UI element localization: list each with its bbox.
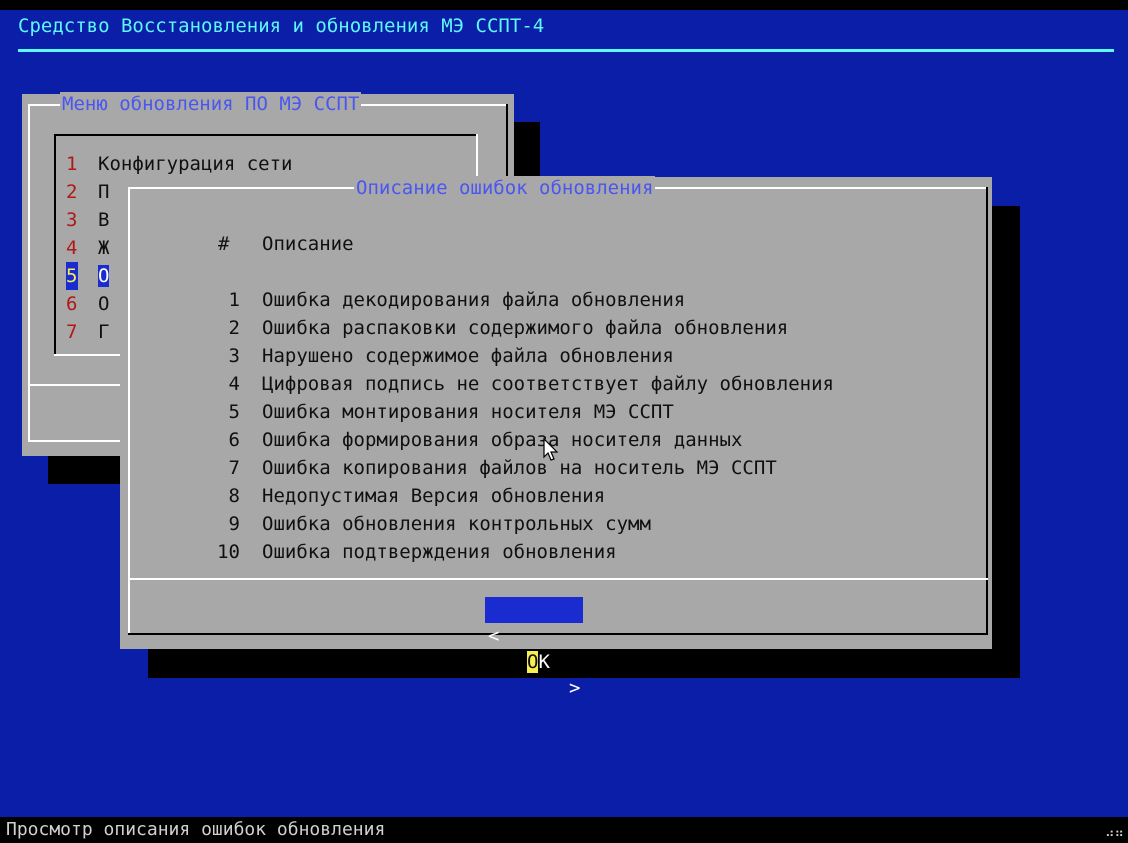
- terminal-screen: Средство Восстановления и обновления МЭ …: [0, 0, 1128, 843]
- backtitle-separator: [18, 49, 1114, 52]
- menu-dialog-title: Меню обновления ПО МЭ ССПТ: [60, 92, 362, 116]
- menu-item-7[interactable]: 7Г: [66, 318, 109, 346]
- column-header-number: #: [218, 233, 230, 255]
- error-dialog-title: Описание ошибок обновления: [354, 176, 656, 200]
- menu-item-2[interactable]: 2П: [66, 178, 109, 206]
- ok-button[interactable]: < OK >: [485, 597, 583, 699]
- ok-hotkey: O: [527, 651, 539, 673]
- menu-item-1[interactable]: 1 Конфигурация сети: [66, 150, 292, 178]
- menu-item-6[interactable]: 6О: [66, 290, 109, 318]
- top-border: [0, 0, 1128, 10]
- status-bar: Просмотр описания ошибок обновления ⠴⠶: [0, 817, 1128, 843]
- resize-grip-icon[interactable]: ⠴⠶: [1105, 827, 1124, 841]
- status-text: Просмотр описания ошибок обновления: [6, 819, 386, 840]
- mouse-pointer-icon: [543, 438, 559, 461]
- menu-item-3[interactable]: 3В: [66, 206, 109, 234]
- backtitle: Средство Восстановления и обновления МЭ …: [18, 15, 545, 37]
- menu-item-4[interactable]: 4Ж: [66, 234, 109, 262]
- menu-item-5-selected[interactable]: 5О: [66, 262, 110, 290]
- column-header-description: Описание: [262, 233, 354, 255]
